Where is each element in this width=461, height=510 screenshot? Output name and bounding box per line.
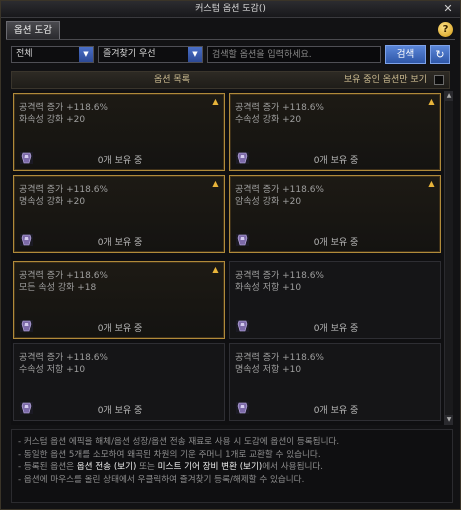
help-icon[interactable]: ?: [438, 22, 453, 37]
option-stat-secondary: 명속성 저항 +10: [235, 365, 302, 375]
option-card[interactable]: 공격력 증가 +118.6% 수속성 저항 +10 0개 보유 중: [13, 343, 225, 421]
option-stat-secondary: 화속성 저항 +10: [235, 283, 302, 293]
favorite-icon: ▲: [212, 265, 219, 274]
owned-count: 0개 보유 중: [97, 406, 143, 416]
category-select[interactable]: 전체 ▼: [11, 46, 94, 63]
option-list-title: 옵션 목록: [154, 75, 190, 85]
favorite-icon: ▲: [428, 179, 435, 188]
option-card[interactable]: 공격력 증가 +118.6% 모든 속성 강화 +18 ▲ 0개 보유 중: [13, 261, 225, 339]
scroll-down-icon[interactable]: ▼: [445, 415, 453, 425]
chevron-down-icon: ▼: [188, 47, 202, 62]
favorite-icon: ▲: [428, 97, 435, 106]
owned-count: 0개 보유 중: [97, 156, 143, 166]
info-text: 또는: [136, 462, 158, 472]
favorite-icon: ▲: [212, 97, 219, 106]
owned-count: 0개 보유 중: [97, 324, 143, 334]
close-icon[interactable]: ✕: [441, 2, 455, 16]
option-card[interactable]: 공격력 증가 +118.6% 명속성 강화 +20 ▲ 0개 보유 중: [13, 175, 225, 253]
owned-only-label: 보유 중인 옵션만 보기: [343, 75, 427, 85]
tab-option-collection[interactable]: 옵션 도감: [6, 21, 60, 39]
option-list[interactable]: 공격력 증가 +118.6% 화속성 강화 +20 ▲ 0개 보유 중 공격력 증가 +…: [11, 91, 453, 425]
option-stat-secondary: 수속성 저항 +10: [19, 365, 86, 375]
sort-select[interactable]: 즐겨찾기 우선 ▼: [98, 46, 203, 63]
option-stat-secondary: 수속성 강화 +20: [235, 115, 302, 125]
option-stat-secondary: 암속성 강화 +20: [235, 197, 302, 207]
option-card[interactable]: 공격력 증가 +118.6% 화속성 강화 +20 ▲ 0개 보유 중: [13, 93, 225, 171]
option-card[interactable]: 공격력 증가 +118.6% 화속성 저항 +10 0개 보유 중: [229, 261, 441, 339]
chevron-down-icon: ▼: [79, 47, 93, 62]
owned-count: 0개 보유 중: [313, 238, 359, 248]
refresh-icon[interactable]: ↻: [430, 45, 450, 64]
option-list-header: 옵션 목록 보유 중인 옵션만 보기: [11, 71, 450, 89]
category-select-value: 전체: [16, 49, 33, 59]
owned-only-checkbox[interactable]: [434, 75, 444, 85]
info-panel: - 커스텀 옵션 에픽을 해체/옵션 성장/옵션 전송 재료로 사용 시 도감에…: [11, 429, 453, 503]
scroll-up-icon[interactable]: ▲: [445, 91, 453, 101]
owned-count: 0개 보유 중: [313, 156, 359, 166]
window-title: 커스텀 옵션 도감(): [195, 4, 266, 14]
sort-select-value: 즐겨찾기 우선: [103, 49, 156, 59]
info-text: - 등록된 옵션은: [18, 462, 77, 472]
option-stat-secondary: 화속성 강화 +20: [19, 115, 86, 125]
info-line: - 옵션에 마우스를 올린 상태에서 우클릭하여 즐겨찾기 등록/해제할 수 있…: [18, 474, 305, 485]
tab-divider: [6, 39, 455, 40]
option-card[interactable]: 공격력 증가 +118.6% 수속성 강화 +20 ▲ 0개 보유 중: [229, 93, 441, 171]
search-input[interactable]: [207, 46, 381, 63]
option-stat-secondary: 명속성 강화 +20: [19, 197, 86, 207]
owned-count: 0개 보유 중: [313, 406, 359, 416]
favorite-icon: ▲: [212, 179, 219, 188]
info-text: 에서 사용됩니다.: [262, 462, 324, 472]
option-stat-secondary: 모든 속성 강화 +18: [19, 283, 97, 293]
title-bar: 커스텀 옵션 도감() ✕: [1, 1, 460, 18]
search-button[interactable]: 검색: [385, 45, 426, 64]
mist-gear-convert-link[interactable]: 미스트 기어 장비 변환 (보기): [158, 462, 263, 472]
info-line: - 등록된 옵션은 옵션 전송 (보기) 또는 미스트 기어 장비 변환 (보기…: [18, 461, 446, 474]
owned-count: 0개 보유 중: [97, 238, 143, 248]
option-transfer-link[interactable]: 옵션 전송 (보기): [77, 462, 137, 472]
option-card[interactable]: 공격력 증가 +118.6% 명속성 저항 +10 0개 보유 중: [229, 343, 441, 421]
info-line: - 커스텀 옵션 에픽을 해체/옵션 성장/옵션 전송 재료로 사용 시 도감에…: [18, 437, 340, 447]
info-line: - 동일한 옵션 5개를 소모하여 왜곡된 차원의 기운 주머니 1개로 교환할…: [18, 449, 321, 460]
owned-count: 0개 보유 중: [313, 324, 359, 334]
vertical-scrollbar[interactable]: ▲ ▼: [444, 91, 453, 425]
option-card[interactable]: 공격력 증가 +118.6% 암속성 강화 +20 ▲ 0개 보유 중: [229, 175, 441, 253]
option-collection-window: 커스텀 옵션 도감() ✕ 옵션 도감 ? 전체 ▼ 즐겨찾기 우선 ▼ 검색 …: [0, 0, 461, 510]
